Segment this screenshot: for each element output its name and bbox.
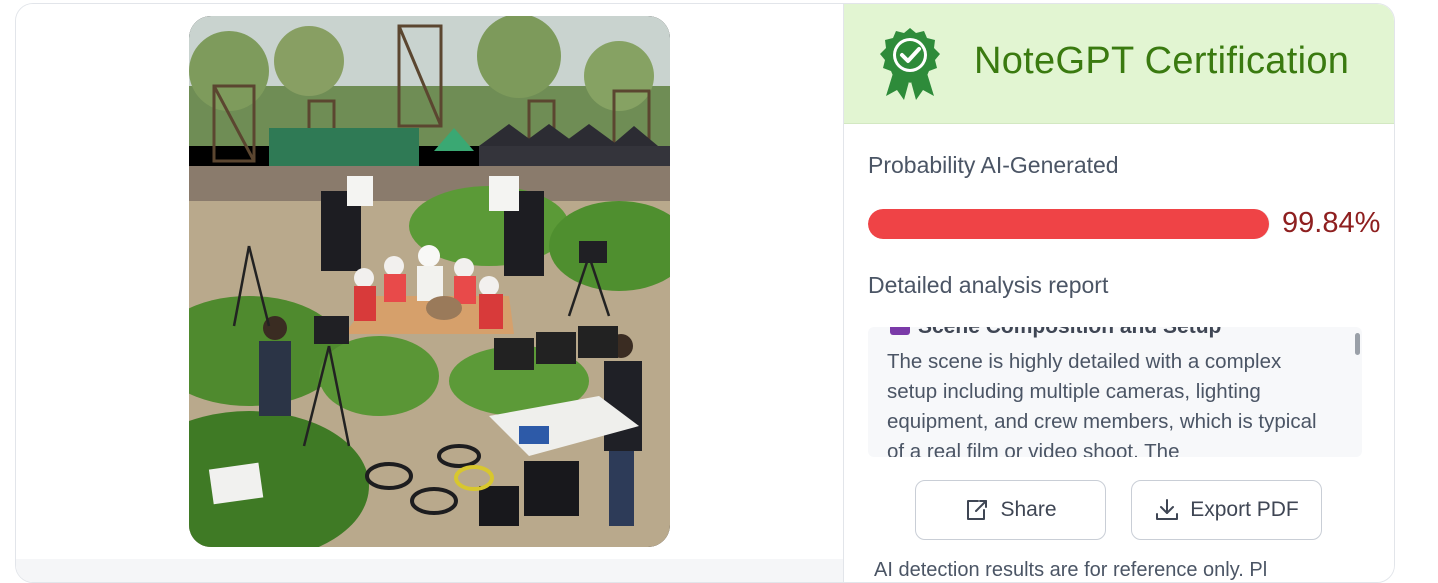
certification-title: NoteGPT Certification	[974, 40, 1350, 82]
report-section-heading: Scene Composition and Setup	[890, 327, 1221, 339]
camera-icon	[890, 327, 910, 336]
analyzed-image	[189, 16, 670, 547]
certified-badge-icon	[880, 28, 940, 100]
export-pdf-button-label: Export PDF	[1190, 498, 1299, 521]
app-frame: NoteGPT Certification Probability AI-Gen…	[15, 3, 1395, 583]
preview-footer	[16, 559, 843, 582]
share-button[interactable]: Share	[915, 480, 1106, 540]
image-preview-pane	[16, 4, 843, 582]
report-scroll-area[interactable]: Scene Composition and Setup The scene is…	[868, 327, 1362, 457]
probability-label: Probability AI-Generated	[868, 152, 1119, 178]
report-label: Detailed analysis report	[868, 272, 1109, 298]
report-scrollbar[interactable]	[1355, 333, 1360, 355]
probability-value: 99.84%	[1282, 207, 1381, 239]
share-icon	[967, 500, 988, 520]
certification-header: NoteGPT Certification	[844, 4, 1394, 124]
report-section-text: The scene is highly detailed with a comp…	[887, 350, 1317, 457]
report-section-heading-text: Scene Composition and Setup	[918, 327, 1221, 338]
disclaimer-text: AI detection results are for reference o…	[874, 559, 1268, 581]
share-button-label: Share	[1000, 498, 1057, 521]
probability-bar-fill	[868, 209, 1270, 239]
probability-bar	[868, 209, 1270, 239]
analysis-panel: NoteGPT Certification Probability AI-Gen…	[843, 4, 1394, 582]
download-icon	[1156, 499, 1179, 520]
export-pdf-button[interactable]: Export PDF	[1131, 480, 1322, 540]
